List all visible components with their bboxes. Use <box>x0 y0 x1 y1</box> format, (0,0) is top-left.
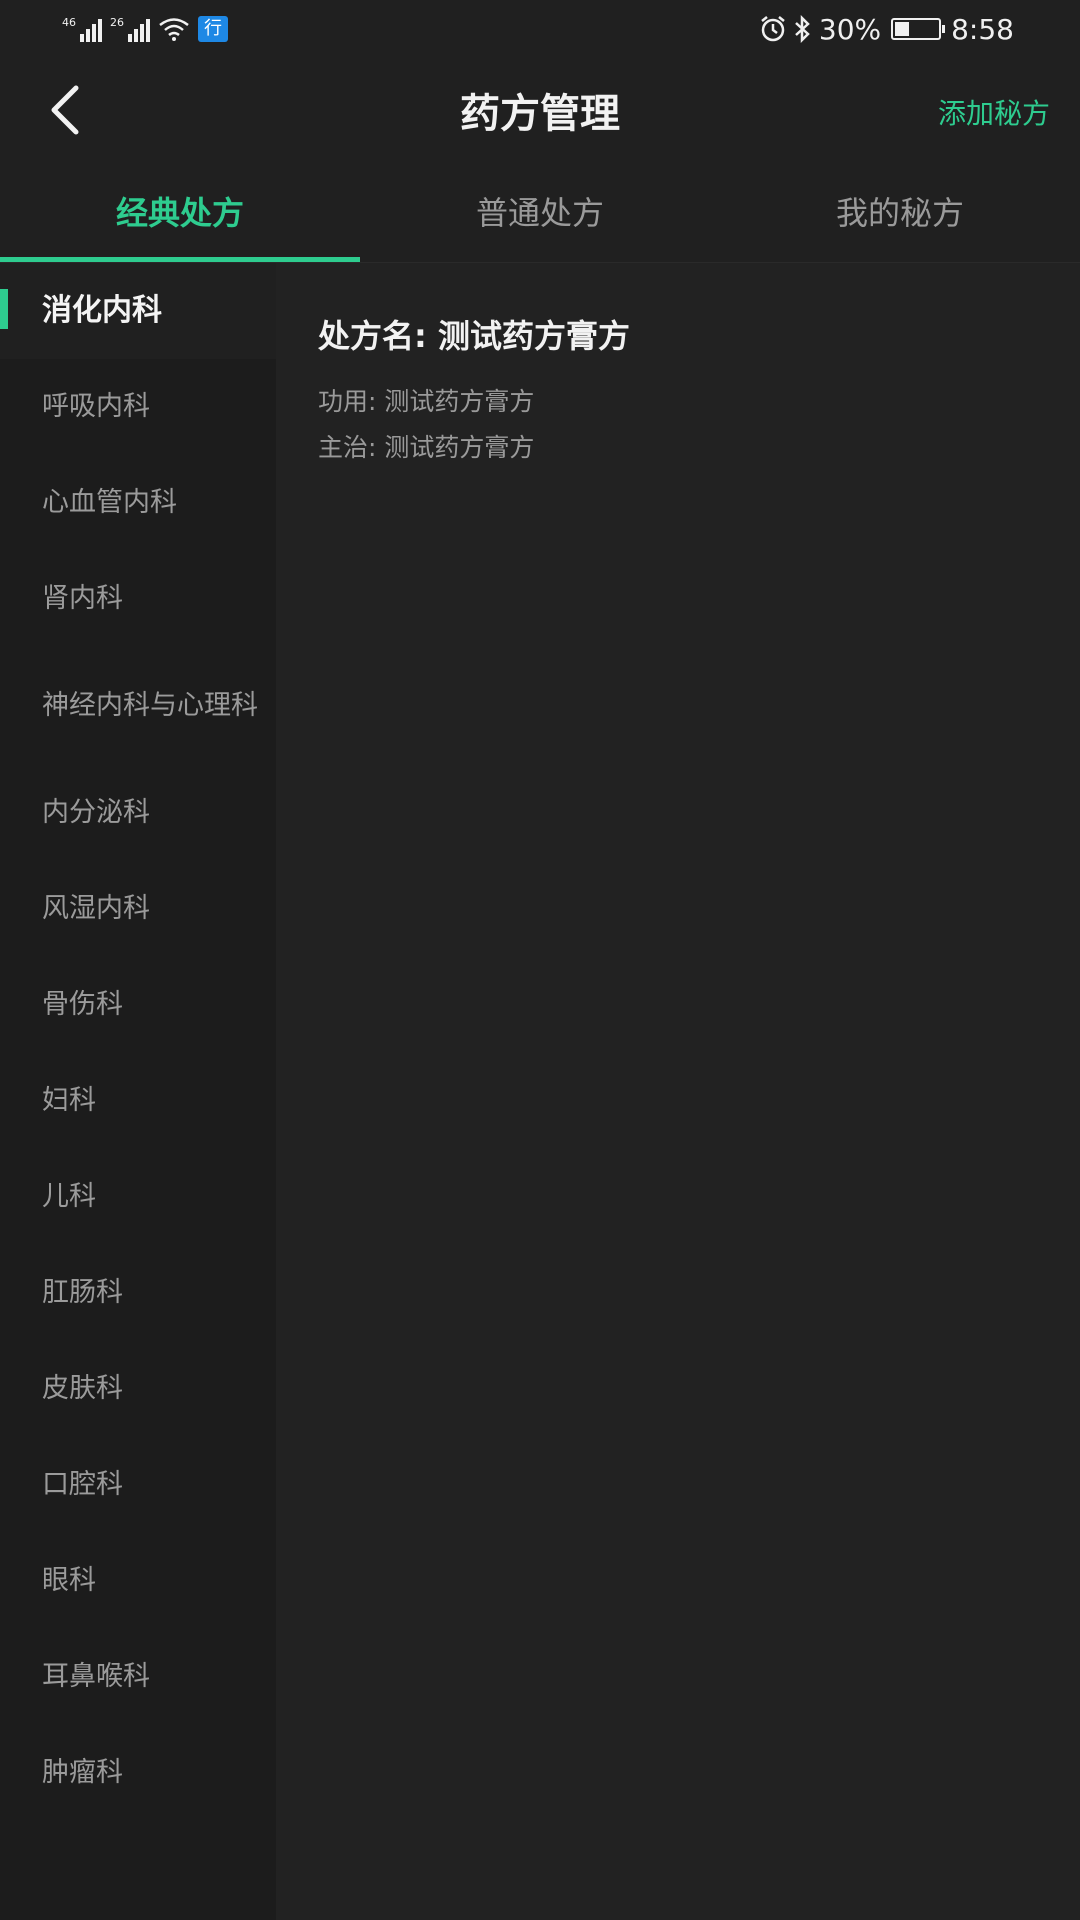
sidebar-item-respiratory[interactable]: 呼吸内科 <box>0 359 276 455</box>
sidebar-item-ophthalmology[interactable]: 眼科 <box>0 1533 276 1629</box>
signal-bar <box>134 29 138 42</box>
sidebar-item-pediatrics[interactable]: 儿科 <box>0 1149 276 1245</box>
sidebar-item-digestive[interactable]: 消化内科 <box>0 263 276 359</box>
sidebar-item-ent[interactable]: 耳鼻喉科 <box>0 1629 276 1725</box>
signal-bar <box>80 34 84 42</box>
prescription-list: 处方名: 测试药方膏方 功用: 测试药方膏方 主治: 测试药方膏方 <box>276 263 1080 1920</box>
sidebar-item-orthopedics[interactable]: 骨伤科 <box>0 957 276 1053</box>
sidebar-item-cardiovascular[interactable]: 心血管内科 <box>0 455 276 551</box>
department-sidebar: 消化内科 呼吸内科 心血管内科 肾内科 神经内科与心理科 内分泌科 风湿内科 骨… <box>0 263 276 1920</box>
sidebar-item-oncology[interactable]: 肿瘤科 <box>0 1725 276 1821</box>
signal-bar <box>146 19 150 42</box>
signal-icon: 46 <box>62 16 102 42</box>
signal-bar <box>86 29 90 42</box>
tab-bar: 经典处方 普通处方 我的秘方 <box>0 170 1080 263</box>
prescription-indication: 主治: 测试药方膏方 <box>318 433 535 462</box>
sidebar-item-rheumatology[interactable]: 风湿内科 <box>0 861 276 957</box>
prescription-card[interactable]: 处方名: 测试药方膏方 功用: 测试药方膏方 主治: 测试药方膏方 <box>318 311 1038 471</box>
sidebar-item-nephrology[interactable]: 肾内科 <box>0 551 276 647</box>
signal-generation: 46 <box>62 16 76 29</box>
signal-icon: 26 <box>110 16 150 42</box>
signal-generation: 26 <box>110 16 124 29</box>
chevron-left-icon <box>51 85 79 135</box>
app-bar: 药方管理 添加秘方 <box>0 58 1080 170</box>
wifi-icon <box>159 18 189 41</box>
battery-icon <box>891 18 946 40</box>
signal-bar <box>140 24 144 42</box>
back-button[interactable] <box>36 80 96 140</box>
sidebar-item-endocrinology[interactable]: 内分泌科 <box>0 765 276 861</box>
status-bar: 46 26 行 30% 8:58 <box>0 0 1080 58</box>
clock-time: 8:58 <box>951 12 1014 46</box>
bluetooth-icon <box>795 15 810 43</box>
signal-bar <box>98 19 102 42</box>
alarm-icon <box>761 16 785 42</box>
tab-my-secret-recipes[interactable]: 我的秘方 <box>720 170 1080 262</box>
signal-bar <box>128 34 132 42</box>
battery-percent: 30% <box>818 12 882 46</box>
add-secret-recipe-button[interactable]: 添加秘方 <box>938 58 1050 170</box>
sidebar-item-proctology[interactable]: 肛肠科 <box>0 1245 276 1341</box>
tab-common-prescriptions[interactable]: 普通处方 <box>360 170 720 262</box>
battery-fill <box>895 22 909 36</box>
tab-classic-prescriptions[interactable]: 经典处方 <box>0 170 360 262</box>
page-title: 药方管理 <box>460 91 620 137</box>
sidebar-item-gynecology[interactable]: 妇科 <box>0 1053 276 1149</box>
status-right: 30% 8:58 <box>759 12 1014 46</box>
sidebar-item-dermatology[interactable]: 皮肤科 <box>0 1341 276 1437</box>
service-badge: 行 <box>198 16 228 42</box>
sidebar-item-neurology-psychology[interactable]: 神经内科与心理科 <box>0 647 276 765</box>
prescription-name: 处方名: 测试药方膏方 <box>318 317 630 355</box>
sidebar-item-stomatology[interactable]: 口腔科 <box>0 1437 276 1533</box>
signal-bar <box>92 24 96 42</box>
prescription-function: 功用: 测试药方膏方 <box>318 387 535 416</box>
status-left: 46 26 行 <box>62 12 228 46</box>
